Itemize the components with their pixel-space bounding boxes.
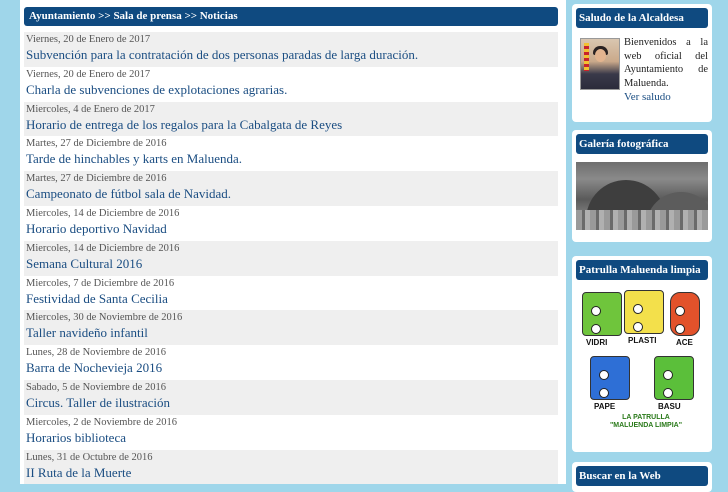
- news-date: Viernes, 20 de Enero de 2017: [26, 68, 151, 80]
- news-date: Lunes, 31 de Octubre de 2016: [26, 451, 153, 463]
- news-item: Miercoles, 14 de Diciembre de 2016 Horar…: [24, 206, 558, 241]
- bin-label: ACE: [676, 338, 693, 347]
- buscar-box: Buscar en la Web: [572, 462, 712, 492]
- patrulla-box: Patrulla Maluenda limpia VIDRI PLASTI AC…: [572, 256, 712, 452]
- news-title-link[interactable]: Semana Cultural 2016: [26, 256, 558, 272]
- gallery-photo[interactable]: [576, 162, 708, 230]
- bin-icon: [582, 292, 622, 336]
- news-date: Miercoles, 14 de Diciembre de 2016: [26, 207, 180, 219]
- buscar-header: Buscar en la Web: [576, 466, 708, 486]
- news-date: Martes, 27 de Diciembre de 2016: [26, 138, 167, 150]
- news-date: Sabado, 5 de Noviembre de 2016: [26, 381, 166, 393]
- news-list: Viernes, 20 de Enero de 2017 Subvención …: [24, 32, 558, 485]
- news-date: Miercoles, 30 de Noviembre de 2016: [26, 312, 183, 324]
- news-title-link[interactable]: Barra de Nochevieja 2016: [26, 360, 558, 376]
- saludo-body: Bienvenidos a la web oficial del Ayuntam…: [572, 28, 712, 104]
- news-date: Miercoles, 2 de Noviembre de 2016: [26, 416, 178, 428]
- news-title-link[interactable]: Horarios biblioteca: [26, 430, 558, 446]
- news-item: Viernes, 20 de Enero de 2017 Charla de s…: [24, 67, 558, 102]
- news-item: Miercoles, 30 de Noviembre de 2016 Talle…: [24, 310, 558, 346]
- patrulla-header: Patrulla Maluenda limpia: [576, 260, 708, 280]
- galeria-header[interactable]: Galería fotográfica: [576, 134, 708, 154]
- news-item: Miercoles, 7 de Diciembre de 2016 Festiv…: [24, 276, 558, 311]
- breadcrumb: Ayuntamiento >> Sala de prensa >> Notici…: [24, 7, 558, 26]
- news-item: Miercoles, 14 de Diciembre de 2016 Seman…: [24, 240, 558, 276]
- ver-saludo-link[interactable]: Ver saludo: [624, 91, 671, 103]
- news-item: Martes, 27 de Diciembre de 2016 Campeona…: [24, 171, 558, 206]
- bin-icon: [654, 356, 694, 400]
- bin-label: VIDRI: [586, 338, 608, 347]
- face: [595, 49, 606, 62]
- news-title-link[interactable]: Charla de subvenciones de explotaciones …: [26, 82, 558, 98]
- saludo-box: Saludo de la Alcaldesa Bienvenidos a la …: [572, 4, 712, 122]
- patrulla-banner[interactable]: VIDRI PLASTI ACE PAPE BASU LA PATRULLA "…: [572, 280, 712, 440]
- news-item: Miercoles, 4 de Enero de 2017 Horario de…: [24, 101, 558, 137]
- news-title-link[interactable]: Horario deportivo Navidad: [26, 221, 558, 237]
- caption-line: "MALUENDA LIMPIA": [609, 422, 683, 429]
- news-title-link[interactable]: Tarde de hinchables y karts en Maluenda.: [26, 151, 558, 167]
- saludo-header: Saludo de la Alcaldesa: [576, 8, 708, 28]
- bin-icon: [590, 356, 630, 400]
- mayor-photo[interactable]: [580, 38, 620, 90]
- bin-label: PLASTI: [628, 336, 657, 345]
- bin-label: PAPE: [594, 402, 616, 411]
- news-item: Martes, 27 de Diciembre de 2016 Tarde de…: [24, 136, 558, 171]
- news-title-link[interactable]: Festividad de Santa Cecilia: [26, 291, 558, 307]
- bin-icon: [624, 290, 664, 334]
- news-title-link[interactable]: Horario de entrega de los regalos para l…: [26, 117, 558, 133]
- news-item: Lunes, 28 de Noviembre de 2016 Barra de …: [24, 345, 558, 380]
- news-item: Viernes, 20 de Enero de 2017 Subvención …: [24, 32, 558, 67]
- houses-shape: [576, 210, 708, 230]
- news-date: Miercoles, 14 de Diciembre de 2016: [26, 242, 180, 254]
- main-content: Ayuntamiento >> Sala de prensa >> Notici…: [20, 0, 566, 485]
- flag-icon: [584, 43, 589, 71]
- saludo-text: Bienvenidos a la web oficial del Ayuntam…: [624, 37, 708, 89]
- news-date: Miercoles, 4 de Enero de 2017: [26, 103, 155, 115]
- news-item: Miercoles, 2 de Noviembre de 2016 Horari…: [24, 415, 558, 450]
- news-date: Lunes, 28 de Noviembre de 2016: [26, 347, 166, 359]
- news-title-link[interactable]: Circus. Taller de ilustración: [26, 395, 558, 411]
- galeria-box: Galería fotográfica: [572, 130, 712, 242]
- patrulla-caption: LA PATRULLA "MALUENDA LIMPIA": [596, 414, 696, 430]
- news-date: Miercoles, 7 de Diciembre de 2016: [26, 277, 175, 289]
- caption-line: LA PATRULLA: [622, 414, 670, 421]
- news-date: Martes, 27 de Diciembre de 2016: [26, 173, 167, 185]
- bin-icon: [670, 292, 700, 336]
- news-title-link[interactable]: Taller navideño infantil: [26, 325, 558, 341]
- news-title-link[interactable]: Subvención para la contratación de dos p…: [26, 47, 558, 63]
- news-item: Lunes, 31 de Octubre de 2016 II Ruta de …: [24, 449, 558, 485]
- news-item: Sabado, 5 de Noviembre de 2016 Circus. T…: [24, 379, 558, 415]
- news-title-link[interactable]: Campeonato de fútbol sala de Navidad.: [26, 186, 558, 202]
- news-title-link[interactable]: II Ruta de la Muerte: [26, 465, 558, 481]
- news-date: Viernes, 20 de Enero de 2017: [26, 34, 151, 45]
- bin-label: BASU: [658, 402, 681, 411]
